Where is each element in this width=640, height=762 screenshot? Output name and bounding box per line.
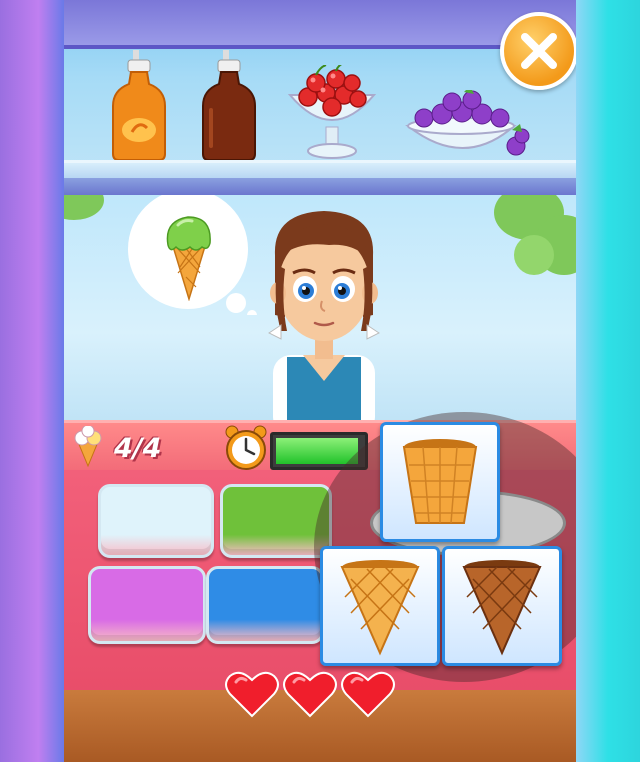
heart-icon	[283, 671, 337, 718]
orange-sauce-bottle-icon[interactable]	[109, 50, 169, 162]
waffle-cone-card[interactable]	[320, 546, 440, 666]
flavor-tub-pink[interactable]	[88, 566, 206, 644]
bush-left	[64, 195, 104, 220]
flavor-tub-blue[interactable]	[206, 566, 324, 644]
chocolate-cone-card[interactable]	[442, 546, 562, 666]
heart-icon	[341, 671, 395, 718]
close-icon	[521, 33, 557, 69]
game-stage: 4/4	[64, 0, 576, 762]
bush-right-3	[514, 235, 554, 275]
customer-girl	[268, 211, 380, 425]
close-button[interactable]	[500, 12, 576, 90]
chocolate-sauce-bottle-icon[interactable]	[199, 50, 259, 162]
ordered-icecream-icon	[166, 216, 211, 301]
waffle-cone-icon	[340, 560, 420, 656]
shelf-front	[64, 178, 576, 195]
chocolate-cone-icon	[462, 560, 542, 656]
shelf-top	[64, 0, 576, 49]
heart-icon	[225, 671, 279, 718]
cup-cone-card[interactable]	[380, 422, 500, 542]
berry-bowl-icon[interactable]	[404, 90, 534, 168]
customer-scene	[64, 195, 576, 425]
timer-fill	[276, 438, 358, 464]
alarm-clock-icon	[225, 425, 267, 470]
topping-shelf	[64, 0, 576, 198]
lives-hearts	[224, 668, 404, 722]
cup-cone-icon	[402, 439, 478, 524]
cherry-bowl-icon[interactable]	[286, 65, 378, 160]
served-counter: 4/4	[114, 433, 162, 464]
icecream-served-icon	[74, 426, 102, 468]
flavor-tub-white[interactable]	[98, 484, 214, 558]
